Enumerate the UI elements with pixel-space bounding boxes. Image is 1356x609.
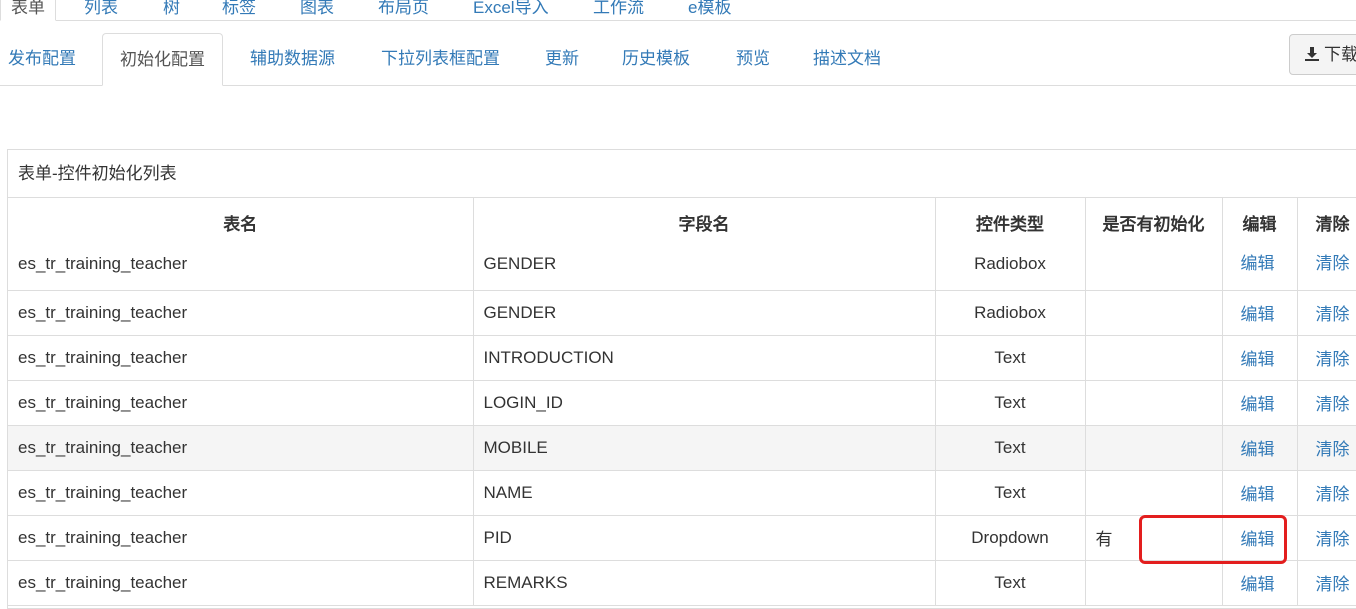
tab-dropdown-config[interactable]: 下拉列表框配置 (381, 33, 500, 86)
clear-link[interactable]: 清除 (1297, 425, 1356, 471)
field-name-cell: GENDER (473, 290, 936, 336)
control-type-cell: Text (935, 560, 1086, 606)
table-name-cell: es_tr_training_teacher (8, 470, 474, 516)
tab-description-doc[interactable]: 描述文档 (813, 33, 881, 86)
col-header-clear: 清除 (1297, 198, 1356, 247)
has-init-cell (1085, 425, 1223, 471)
table-row: es_tr_training_teacher GENDER Radiobox 编辑 清除 (8, 247, 1356, 291)
has-init-cell (1085, 560, 1223, 606)
control-type-cell: Dropdown (935, 515, 1086, 561)
tab-init-config[interactable]: 初始化配置 (102, 33, 223, 86)
tab-list[interactable]: 列表 (84, 0, 118, 21)
table-row: es_tr_training_teacher INTRODUCTION Text 编辑… (8, 335, 1356, 381)
table-row: es_tr_training_teacher MOBILE Text 编辑 清除 (8, 425, 1356, 471)
tab-chart[interactable]: 图表 (300, 0, 334, 21)
clear-link[interactable]: 清除 (1297, 470, 1356, 516)
field-name-cell: NAME (473, 470, 936, 516)
table-name-cell: es_tr_training_teacher (8, 515, 474, 561)
control-type-cell: Text (935, 335, 1086, 381)
table-row: es_tr_training_teacher LOGIN_ID Text 编辑 清除 (8, 380, 1356, 426)
table-name-cell: es_tr_training_teacher (8, 335, 474, 381)
table-name-cell: es_tr_training_teacher (8, 247, 474, 291)
col-header-edit: 编辑 (1222, 198, 1298, 247)
edit-link[interactable]: 编辑 (1222, 470, 1298, 516)
table-name-cell: es_tr_training_teacher (8, 560, 474, 606)
edit-link[interactable]: 编辑 (1222, 335, 1298, 381)
edit-link[interactable]: 编辑 (1222, 380, 1298, 426)
clear-link[interactable]: 清除 (1297, 335, 1356, 381)
has-init-cell (1085, 290, 1223, 336)
edit-link[interactable]: 编辑 (1222, 290, 1298, 336)
download-label: 下载 (1324, 45, 1356, 64)
field-name-cell: INTRODUCTION (473, 335, 936, 381)
download-button[interactable]: 下载 (1289, 34, 1356, 75)
clear-link[interactable]: 清除 (1297, 515, 1356, 561)
tab-excel-import[interactable]: Excel导入 (473, 0, 549, 21)
field-name-cell: LOGIN_ID (473, 380, 936, 426)
download-icon (1305, 47, 1319, 61)
control-type-cell: Radiobox (935, 247, 1086, 291)
control-type-cell: Text (935, 470, 1086, 516)
control-type-cell: Radiobox (935, 290, 1086, 336)
sub-tab-bar: 发布配置 初始化配置 辅助数据源 下拉列表框配置 更新 历史模板 预览 描述文档 (0, 33, 1356, 86)
panel-title: 表单-控件初始化列表 (8, 150, 1356, 198)
has-init-cell (1085, 247, 1223, 291)
control-type-cell: Text (935, 425, 1086, 471)
has-init-cell (1085, 470, 1223, 516)
edit-link[interactable]: 编辑 (1222, 247, 1298, 291)
clear-link[interactable]: 清除 (1297, 560, 1356, 606)
tab-label[interactable]: 标签 (222, 0, 256, 21)
col-header-table-name[interactable]: 表名 (8, 198, 474, 247)
table-row: es_tr_training_teacher NAME Text 编辑 清除 (8, 470, 1356, 516)
clear-link[interactable]: 清除 (1297, 290, 1356, 336)
tab-history-template[interactable]: 历史模板 (622, 33, 690, 86)
col-header-field-name[interactable]: 字段名 (473, 198, 936, 247)
tab-form[interactable]: 表单 (0, 0, 56, 21)
tab-workflow[interactable]: 工作流 (593, 0, 644, 21)
table-name-cell: es_tr_training_teacher (8, 380, 474, 426)
field-name-cell: PID (473, 515, 936, 561)
has-init-cell (1085, 380, 1223, 426)
has-init-cell (1085, 335, 1223, 381)
tab-preview[interactable]: 预览 (736, 33, 770, 86)
edit-link[interactable]: 编辑 (1222, 425, 1298, 471)
tab-tree[interactable]: 树 (163, 0, 180, 21)
tab-publish-config[interactable]: 发布配置 (8, 33, 76, 86)
table-row: es_tr_training_teacher GENDER Radiobox 编辑 清除 (8, 290, 1356, 336)
table-name-cell: es_tr_training_teacher (8, 425, 474, 471)
top-tab-bar: 表单 列表 树 标签 图表 布局页 Excel导入 工作流 e模板 (0, 0, 1356, 21)
clear-link[interactable]: 清除 (1297, 380, 1356, 426)
col-header-control-type[interactable]: 控件类型 (935, 198, 1086, 247)
tab-layout[interactable]: 布局页 (378, 0, 429, 21)
field-name-cell: REMARKS (473, 560, 936, 606)
table-row: es_tr_training_teacher REMARKS Text 编辑 清除 (8, 560, 1356, 606)
tab-e-template[interactable]: e模板 (688, 0, 731, 21)
control-type-cell: Text (935, 380, 1086, 426)
field-name-cell: GENDER (473, 247, 936, 291)
table-name-cell: es_tr_training_teacher (8, 290, 474, 336)
clear-link[interactable]: 清除 (1297, 247, 1356, 291)
highlight-annotation (1139, 515, 1287, 564)
field-name-cell: MOBILE (473, 425, 936, 471)
table-header-row: 表名 字段名 控件类型 是否有初始化 编辑 清除 (8, 198, 1356, 247)
col-header-has-init[interactable]: 是否有初始化 (1085, 198, 1223, 247)
edit-link[interactable]: 编辑 (1222, 560, 1298, 606)
tab-aux-datasource[interactable]: 辅助数据源 (250, 33, 335, 86)
tab-update[interactable]: 更新 (545, 33, 579, 86)
